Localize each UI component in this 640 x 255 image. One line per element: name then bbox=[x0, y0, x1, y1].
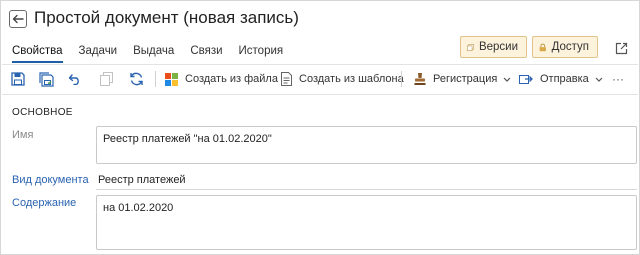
create-from-file-button[interactable]: Создать из файла bbox=[165, 70, 278, 88]
access-button[interactable]: Доступ bbox=[532, 36, 598, 58]
tab-tasks[interactable]: Задачи bbox=[79, 45, 118, 63]
stamp-icon bbox=[414, 73, 426, 85]
content-field[interactable]: на 01.02.2020 bbox=[96, 195, 637, 250]
save-and-close-button[interactable] bbox=[38, 71, 54, 87]
tab-history[interactable]: История bbox=[239, 45, 284, 63]
undo-button[interactable] bbox=[67, 71, 83, 87]
windows-icon bbox=[165, 72, 178, 86]
name-value: Реестр платежей "на 01.02.2020" bbox=[103, 133, 272, 145]
create-from-file-label: Создать из файла bbox=[185, 73, 278, 85]
send-icon bbox=[519, 75, 533, 84]
doc-kind-underline bbox=[96, 189, 637, 190]
content-value: на 01.02.2020 bbox=[103, 202, 174, 214]
arrow-left-icon bbox=[12, 14, 24, 24]
document-card: Простой документ (новая запись) Свойства… bbox=[0, 0, 640, 255]
undo-icon bbox=[68, 74, 79, 85]
doc-kind-label[interactable]: Вид документа bbox=[12, 174, 89, 186]
refresh-icon bbox=[129, 72, 143, 86]
back-button[interactable] bbox=[9, 10, 27, 28]
copy-button[interactable] bbox=[98, 71, 114, 87]
versions-button[interactable]: Версии bbox=[460, 36, 527, 58]
versions-icon bbox=[467, 43, 474, 51]
save-button[interactable] bbox=[10, 71, 26, 87]
section-title: ОСНОВНОЕ bbox=[12, 107, 73, 118]
chevron-down-icon bbox=[503, 77, 511, 82]
document-icon bbox=[281, 72, 292, 86]
versions-label: Версии bbox=[478, 41, 518, 53]
page-title: Простой документ (новая запись) bbox=[34, 8, 299, 27]
save-all-icon bbox=[38, 71, 54, 87]
registration-label: Регистрация bbox=[433, 73, 498, 85]
name-label: Имя bbox=[12, 129, 34, 141]
chevron-down-icon bbox=[595, 77, 603, 82]
open-in-new-window-button[interactable] bbox=[613, 40, 629, 56]
sending-label: Отправка bbox=[540, 73, 589, 85]
toolbar-separator bbox=[401, 71, 402, 87]
name-field[interactable]: Реестр платежей "на 01.02.2020" bbox=[96, 126, 637, 164]
copy-icon bbox=[99, 72, 113, 86]
create-from-template-button[interactable]: Создать из шаблона bbox=[281, 70, 404, 88]
tab-links[interactable]: Связи bbox=[190, 45, 222, 63]
more-actions-button[interactable]: ··· bbox=[612, 70, 624, 88]
sending-button[interactable]: Отправка bbox=[519, 70, 603, 88]
tab-bar: Свойства Задачи Выдача Связи История bbox=[12, 45, 299, 63]
tab-properties[interactable]: Свойства bbox=[12, 45, 63, 63]
access-label: Доступ bbox=[551, 41, 589, 53]
doc-kind-value[interactable]: Реестр платежей bbox=[98, 174, 186, 186]
lock-icon bbox=[539, 43, 546, 51]
tab-issue[interactable]: Выдача bbox=[133, 45, 174, 63]
registration-button[interactable]: Регистрация bbox=[414, 70, 511, 88]
refresh-button[interactable] bbox=[128, 71, 144, 87]
toolbar-separator bbox=[155, 71, 156, 87]
tabs-divider bbox=[2, 64, 638, 65]
content-label[interactable]: Содержание bbox=[12, 197, 76, 209]
toolbar-divider bbox=[2, 94, 638, 95]
save-icon bbox=[11, 72, 25, 86]
create-from-template-label: Создать из шаблона bbox=[299, 73, 404, 85]
external-link-icon bbox=[615, 42, 627, 54]
